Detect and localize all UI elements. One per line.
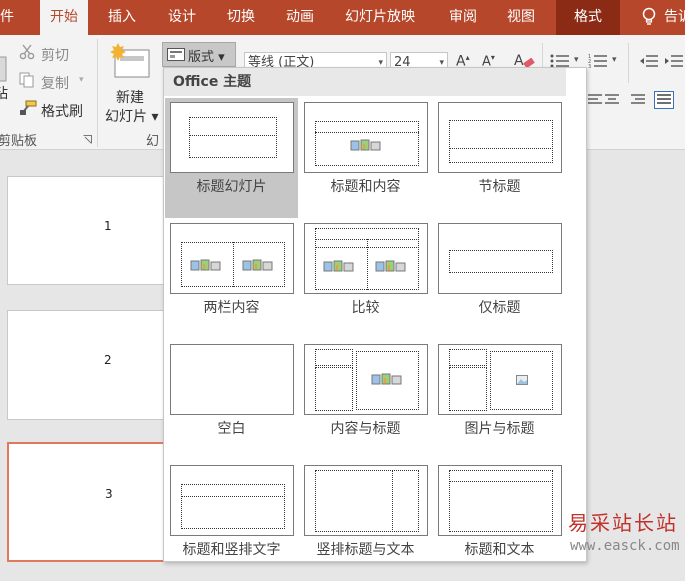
layout-button-label: 版式 ▾ — [188, 50, 225, 65]
format-painter-icon[interactable] — [19, 100, 37, 116]
ribbon-tab-bar: 件 开始 插入 设计 切换 动画 幻灯片放映 审阅 视图 格式 告诉 — [0, 0, 685, 35]
layout-name: 比较 — [351, 300, 380, 316]
layout-picture-with-caption[interactable]: 图片与标题 — [433, 340, 566, 460]
increase-indent-icon[interactable] — [664, 53, 684, 69]
copy-dropdown-icon[interactable]: ▾ — [79, 75, 84, 85]
layout-preview — [170, 465, 294, 536]
layout-preview — [438, 223, 562, 294]
align-center-icon[interactable] — [604, 93, 620, 107]
layout-two-content[interactable]: 两栏内容 — [165, 219, 298, 339]
layout-content-with-caption[interactable]: 内容与标题 — [299, 340, 432, 460]
new-slide-dropdown[interactable]: 幻灯片 ▾ — [105, 106, 158, 126]
layout-icon — [167, 48, 185, 61]
paste-icon[interactable] — [0, 55, 8, 83]
tab-design[interactable]: 设计 — [168, 0, 196, 35]
layout-title-and-text[interactable]: 标题和文本 — [433, 461, 566, 581]
tab-file[interactable]: 件 — [0, 0, 14, 35]
dialog-launcher-icon[interactable] — [83, 135, 92, 144]
layout-name: 空白 — [217, 421, 246, 437]
copy-icon[interactable] — [19, 72, 35, 88]
layout-section-header[interactable]: 节标题 — [433, 98, 566, 218]
tell-me-box[interactable]: 告诉 — [664, 0, 685, 35]
layout-preview — [304, 344, 428, 415]
content-placeholder-icon — [190, 258, 222, 273]
slides-group-label: 幻 — [146, 134, 160, 149]
lightbulb-icon[interactable] — [641, 7, 657, 27]
layout-title-only[interactable]: 仅标题 — [433, 219, 566, 339]
slide-number: 1 — [104, 219, 112, 233]
decrease-indent-icon[interactable] — [639, 53, 659, 69]
layout-name: 内容与标题 — [330, 421, 401, 437]
layout-preview — [304, 102, 428, 173]
slide-thumbnail-1[interactable]: 1 — [7, 176, 177, 285]
format-painter-button[interactable]: 格式刷 — [41, 101, 83, 121]
cut-button[interactable]: 剪切 — [41, 45, 69, 65]
paste-button-label[interactable]: 粘 — [0, 83, 8, 103]
layout-name: 标题幻灯片 — [196, 179, 267, 195]
content-placeholder-icon — [323, 259, 355, 274]
layout-comparison[interactable]: 比较 — [299, 219, 432, 339]
layout-name: 标题和文本 — [464, 542, 535, 558]
slide-number: 3 — [105, 487, 113, 501]
content-placeholder-icon — [242, 258, 274, 273]
layout-title-and-content[interactable]: 标题和内容 — [299, 98, 432, 218]
layout-preview — [304, 465, 428, 536]
content-placeholder-icon — [371, 372, 403, 387]
layout-preview — [304, 223, 428, 294]
new-slide-icon[interactable] — [109, 43, 153, 79]
chevron-down-icon[interactable]: ▾ — [612, 55, 617, 65]
tab-insert[interactable]: 插入 — [108, 0, 136, 35]
layout-name: 标题和内容 — [330, 179, 401, 195]
tab-transitions[interactable]: 切换 — [227, 0, 255, 35]
new-slide-button[interactable]: 新建 — [116, 87, 144, 107]
copy-button[interactable]: 复制 — [41, 73, 69, 93]
layout-preview — [438, 102, 562, 173]
layout-preview — [438, 344, 562, 415]
group-separator — [97, 39, 98, 147]
align-right-icon[interactable] — [629, 93, 645, 107]
chevron-down-icon[interactable]: ▾ — [574, 55, 579, 65]
layout-name: 节标题 — [478, 179, 521, 195]
tab-view[interactable]: 视图 — [507, 0, 535, 35]
tab-slideshow[interactable]: 幻灯片放映 — [345, 0, 415, 35]
layout-name: 仅标题 — [478, 300, 521, 316]
content-placeholder-icon — [350, 138, 382, 153]
picture-placeholder-icon — [516, 375, 528, 385]
clipboard-group-label: 剪贴板 — [0, 134, 38, 149]
layout-gallery-header: Office 主题 — [164, 68, 566, 96]
layout-name: 竖排标题与文本 — [316, 542, 415, 558]
align-left-icon[interactable] — [588, 93, 604, 107]
tab-review[interactable]: 审阅 — [449, 0, 477, 35]
layout-gallery-menu: Office 主题 标题幻灯片 标题和内容 节标题 两栏内容 比较 仅标题 空白… — [163, 67, 587, 562]
layout-preview — [170, 223, 294, 294]
slide-number: 2 — [104, 353, 112, 367]
layout-vertical-title-and-text[interactable]: 竖排标题与文本 — [299, 461, 432, 581]
numbering-icon[interactable]: 123 — [588, 53, 608, 69]
scissors-icon[interactable] — [19, 44, 35, 60]
layout-name: 标题和竖排文字 — [182, 542, 281, 558]
layout-gallery-scrollbar[interactable] — [567, 68, 586, 561]
layout-name: 两栏内容 — [203, 300, 260, 316]
svg-text:3: 3 — [588, 64, 591, 69]
layout-name: 图片与标题 — [464, 421, 535, 437]
watermark-title: 易采站长站 — [568, 511, 678, 535]
slide-thumbnail-2[interactable]: 2 — [7, 310, 177, 420]
slide-thumbnail-3[interactable]: 3 — [7, 442, 177, 562]
layout-preview — [170, 102, 294, 173]
layout-preview — [438, 465, 562, 536]
layout-title-and-vertical-text[interactable]: 标题和竖排文字 — [165, 461, 298, 581]
content-placeholder-icon — [375, 259, 407, 274]
layout-preview — [170, 344, 294, 415]
tab-home[interactable]: 开始 — [40, 0, 88, 35]
layout-title-slide[interactable]: 标题幻灯片 — [165, 98, 298, 218]
group-separator — [628, 43, 629, 83]
layout-button[interactable]: 版式 ▾ — [162, 42, 236, 67]
slide-thumbnail-pane: 1 2 3 — [0, 151, 177, 562]
layout-blank[interactable]: 空白 — [165, 340, 298, 460]
watermark-url: www.easck.com — [570, 538, 680, 554]
tab-format[interactable]: 格式 — [556, 0, 620, 35]
tab-animations[interactable]: 动画 — [286, 0, 314, 35]
justify-icon[interactable] — [654, 91, 674, 109]
